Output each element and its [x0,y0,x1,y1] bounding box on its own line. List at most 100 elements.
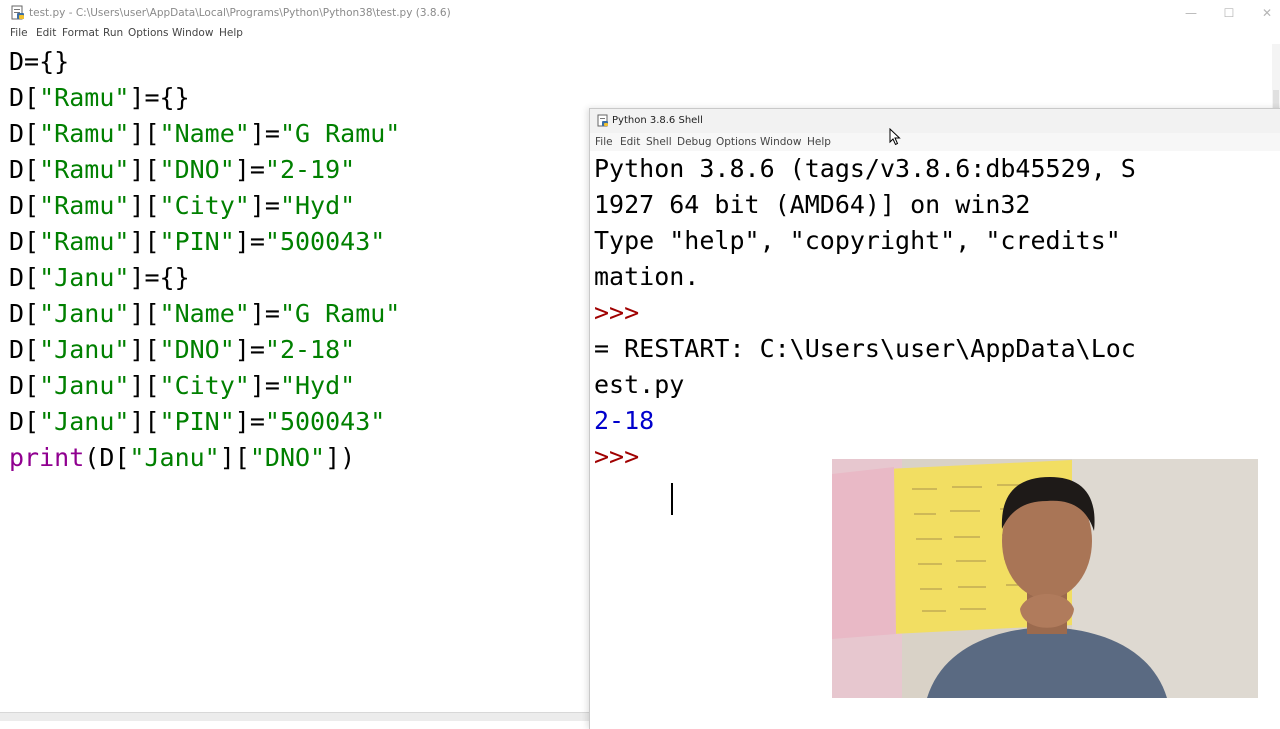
code-line-token: ]= [234,227,265,256]
shell-window-title: Python 3.8.6 Shell [612,115,703,126]
code-line-token: "Ramu" [39,191,130,220]
code-line-token: ][ [129,119,160,148]
code-line-token: D[ [9,335,40,364]
code-line-token: "City" [159,191,250,220]
code-line-token: "Ramu" [39,83,130,112]
code-line-token: "G Ramu" [279,299,401,328]
shell-menu-window[interactable]: Window [760,136,801,148]
code-line-token: "G Ramu" [279,119,401,148]
code-line-token: ]= [234,407,265,436]
webcam-overlay [832,459,1258,698]
shell-line-token: 2-18 [594,406,655,435]
shell-line-5: >>> [594,295,654,331]
editor-menu-format[interactable]: Format [62,27,99,39]
shell-line-4: mation. [594,259,699,295]
editor-menu-file[interactable]: File [10,27,28,39]
shell-line-7: est.py [594,367,684,403]
code-line-token: "Ramu" [39,155,130,184]
shell-menu-help[interactable]: Help [807,136,831,148]
code-line-token: D[ [9,407,40,436]
python-shell-icon [597,114,608,127]
code-line-token: ][ [129,299,160,328]
code-line-token: "Janu" [39,263,130,292]
code-line-token: ]= [249,299,280,328]
close-icon[interactable]: ✕ [1256,4,1278,22]
code-line-token: ]={} [129,83,190,112]
shell-line-2: 1927 64 bit (AMD64)] on win32 [594,187,1031,223]
code-line-token: "2-18" [264,335,356,364]
code-line-12: print(D["Janu"]["DNO"]) [9,440,355,476]
code-line-token: "Janu" [129,443,220,472]
presenter-video-image [832,459,1258,698]
code-line-token: ][ [219,443,250,472]
code-line-7: D["Janu"]={} [9,260,190,296]
shell-line-token: Python 3.8.6 (tags/v3.8.6:db45529, S [594,154,1136,183]
code-line-token: "PIN" [159,227,235,256]
shell-menubar: File Edit Shell Debug Options Window Hel… [590,133,1280,151]
code-line-token: ]) [325,443,356,472]
code-line-token: "PIN" [159,407,235,436]
code-line-token: "2-19" [264,155,356,184]
code-line-token: "500043" [264,407,386,436]
editor-menu-options[interactable]: Options [128,27,169,39]
code-line-token: D[ [9,263,40,292]
code-line-token: "500043" [264,227,386,256]
code-line-token: "City" [159,371,250,400]
code-line-10: D["Janu"]["City"]="Hyd" [9,368,355,404]
code-line-token: D[ [9,371,40,400]
code-line-token: ]= [249,371,280,400]
code-line-token: "Janu" [39,335,130,364]
code-line-token: "DNO" [159,155,235,184]
shell-menu-debug[interactable]: Debug [677,136,712,148]
shell-menu-edit[interactable]: Edit [620,136,640,148]
code-line-token: "Janu" [39,407,130,436]
code-line-token: D[ [9,227,40,256]
minimize-icon[interactable]: — [1180,4,1202,22]
code-line-9: D["Janu"]["DNO"]="2-18" [9,332,355,368]
code-line-11: D["Janu"]["PIN"]="500043" [9,404,385,440]
shell-line-8: 2-18 [594,403,654,439]
editor-menu-help[interactable]: Help [219,27,243,39]
maximize-icon[interactable]: ☐ [1218,4,1240,22]
editor-menu-edit[interactable]: Edit [36,27,56,39]
code-line-token: ]= [249,191,280,220]
code-line-token: "Ramu" [39,227,130,256]
code-line-token: (D[ [84,443,130,472]
code-line-token: D[ [9,155,40,184]
shell-line-token: est.py [594,370,685,399]
code-line-token: D[ [9,191,40,220]
shell-line-token: = RESTART: C:\Users\user\AppData\Loc [594,334,1136,363]
shell-line-token: mation. [594,262,700,291]
shell-line-token: 1927 64 bit (AMD64)] on win32 [594,190,1031,219]
editor-menu-window[interactable]: Window [172,27,213,39]
shell-menu-file[interactable]: File [595,136,613,148]
shell-titlebar[interactable]: Python 3.8.6 Shell [590,109,1280,133]
shell-line-6: = RESTART: C:\Users\user\AppData\Loc [594,331,1136,367]
shell-line-3: Type "help", "copyright", "credits" [594,223,1136,259]
shell-line-token: Type "help", "copyright", "credits" [594,226,1136,255]
code-line-4: D["Ramu"]["DNO"]="2-19" [9,152,355,188]
code-line-token: print [9,443,85,472]
code-line-token: ][ [129,191,160,220]
editor-menubar: File Edit Format Run Options Window Help [0,26,1280,42]
shell-menu-options[interactable]: Options [716,136,757,148]
code-line-token: "Janu" [39,299,130,328]
shell-menu-shell[interactable]: Shell [646,136,672,148]
editor-menu-run[interactable]: Run [103,27,123,39]
code-line-token: "DNO" [249,443,326,472]
code-line-token: "DNO" [159,335,235,364]
code-line-token: "Ramu" [39,119,130,148]
code-editor-text[interactable]: D={} D["Ramu"]={} D["Ramu"]["Name"]="G Ram… [0,44,590,714]
mouse-pointer-icon [889,128,901,146]
code-line-token: "Name" [159,119,250,148]
shell-line-token: >>> [594,298,655,327]
python-file-icon [11,5,24,20]
code-line-token: ][ [129,155,160,184]
code-line-3: D["Ramu"]["Name"]="G Ramu" [9,116,400,152]
editor-titlebar[interactable]: test.py - C:\Users\user\AppData\Local\Pr… [0,0,1280,26]
shell-line-1: Python 3.8.6 (tags/v3.8.6:db45529, S [594,151,1136,187]
code-line-5: D["Ramu"]["City"]="Hyd" [9,188,355,224]
code-line-token: "Hyd" [279,191,356,220]
code-line-token: D={} [9,47,70,76]
code-line-token: D[ [9,119,40,148]
